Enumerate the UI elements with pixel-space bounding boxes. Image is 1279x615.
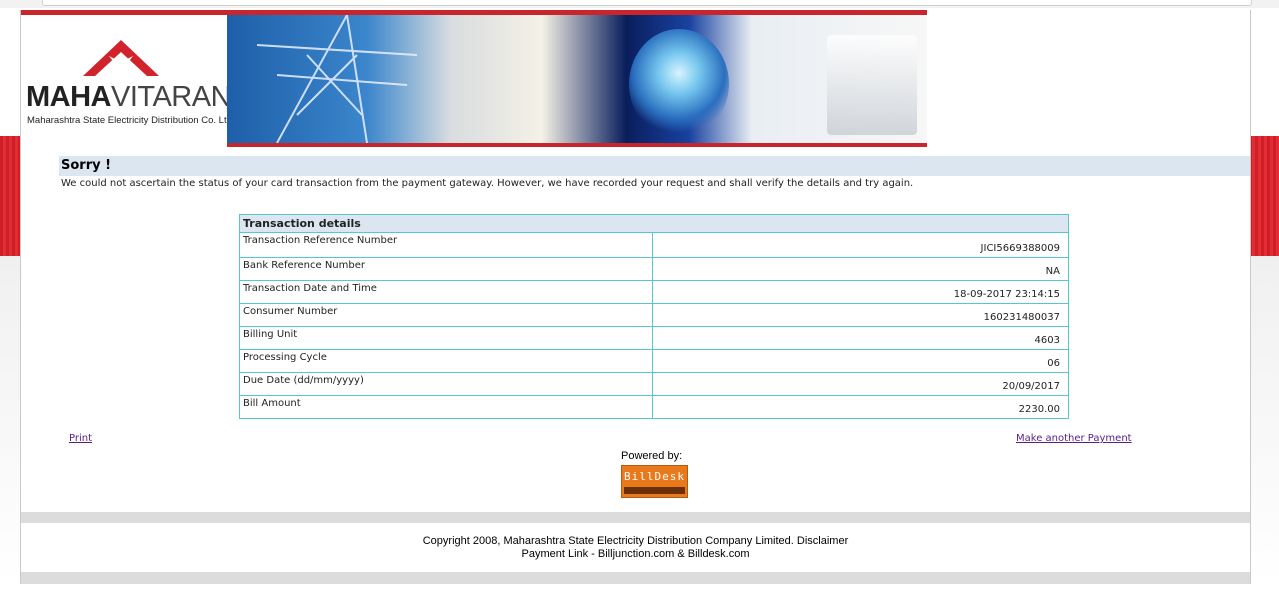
row-label: Bank Reference Number [239,257,653,281]
make-another-payment-link[interactable]: Make another Payment [1016,433,1132,444]
row-label: Bill Amount [239,395,653,419]
header-bottom-rule [227,143,927,147]
transaction-table: Transaction details Transaction Referenc… [239,214,1069,419]
footer-divider-top [21,512,1250,523]
footer: Copyright 2008, Maharashtra State Electr… [21,535,1250,561]
payment-link-text: Payment Link - Billjunction.com & Billde… [521,548,750,560]
row-label: Due Date (dd/mm/yyyy) [239,372,653,396]
table-header-row: Transaction details [239,214,1069,233]
row-value: 4603 [652,326,1069,350]
row-label: Transaction Reference Number [239,232,653,258]
billdesk-tagline [624,487,685,494]
side-stripe-right [1249,136,1279,256]
table-row: Billing Unit 4603 [239,326,1069,350]
row-label: Consumer Number [239,303,653,327]
row-value: 2230.00 [652,395,1069,419]
row-label: Processing Cycle [239,349,653,373]
powered-by-label: Powered by: [621,450,683,462]
site-header: MAHAVITARAN Maharashtra State Electricit… [21,15,927,147]
billdesk-logo-text: BillDesk [624,470,685,483]
row-value: 06 [652,349,1069,373]
lightning-logo-icon [83,40,159,76]
side-stripe-left [0,136,20,256]
table-row: Due Date (dd/mm/yyyy) 20/09/2017 [239,372,1069,396]
table-row: Processing Cycle 06 [239,349,1069,373]
status-title: Sorry ! [61,158,112,173]
header-banner-image [227,15,927,143]
status-message: We could not ascertain the status of you… [61,178,914,189]
browser-chrome [0,0,1279,8]
power-tower-icon [256,15,418,143]
row-label: Billing Unit [239,326,653,350]
table-row: Bill Amount 2230.00 [239,395,1069,419]
lightbulb-icon [629,29,729,139]
mahavitaran-logo: MAHAVITARAN Maharashtra State Electricit… [21,15,235,143]
brand-wordmark: MAHAVITARAN [26,81,232,113]
table-heading: Transaction details [239,214,1069,233]
row-label: Transaction Date and Time [239,280,653,304]
print-link[interactable]: Print [69,433,92,444]
table-row: Bank Reference Number NA [239,257,1069,281]
table-row: Transaction Date and Time 18-09-2017 23:… [239,280,1069,304]
address-bar[interactable] [42,0,1252,6]
table-row: Transaction Reference Number JICI5669388… [239,232,1069,258]
row-value: 160231480037 [652,303,1069,327]
side-grey-left [0,256,20,586]
page-frame: MAHAVITARAN Maharashtra State Electricit… [20,10,1251,584]
status-bar [59,156,1250,176]
copyright-text: Copyright 2008, Maharashtra State Electr… [422,535,849,547]
row-value: 20/09/2017 [652,372,1069,396]
side-grey-right [1249,256,1279,586]
footer-divider-bottom [21,572,1250,584]
laptop-icon [827,35,917,135]
billdesk-logo[interactable]: BillDesk [621,465,688,498]
row-value: JICI5669388009 [652,232,1069,258]
row-value: NA [652,257,1069,281]
row-value: 18-09-2017 23:14:15 [652,280,1069,304]
table-row: Consumer Number 160231480037 [239,303,1069,327]
brand-subtitle: Maharashtra State Electricity Distributi… [27,115,235,126]
